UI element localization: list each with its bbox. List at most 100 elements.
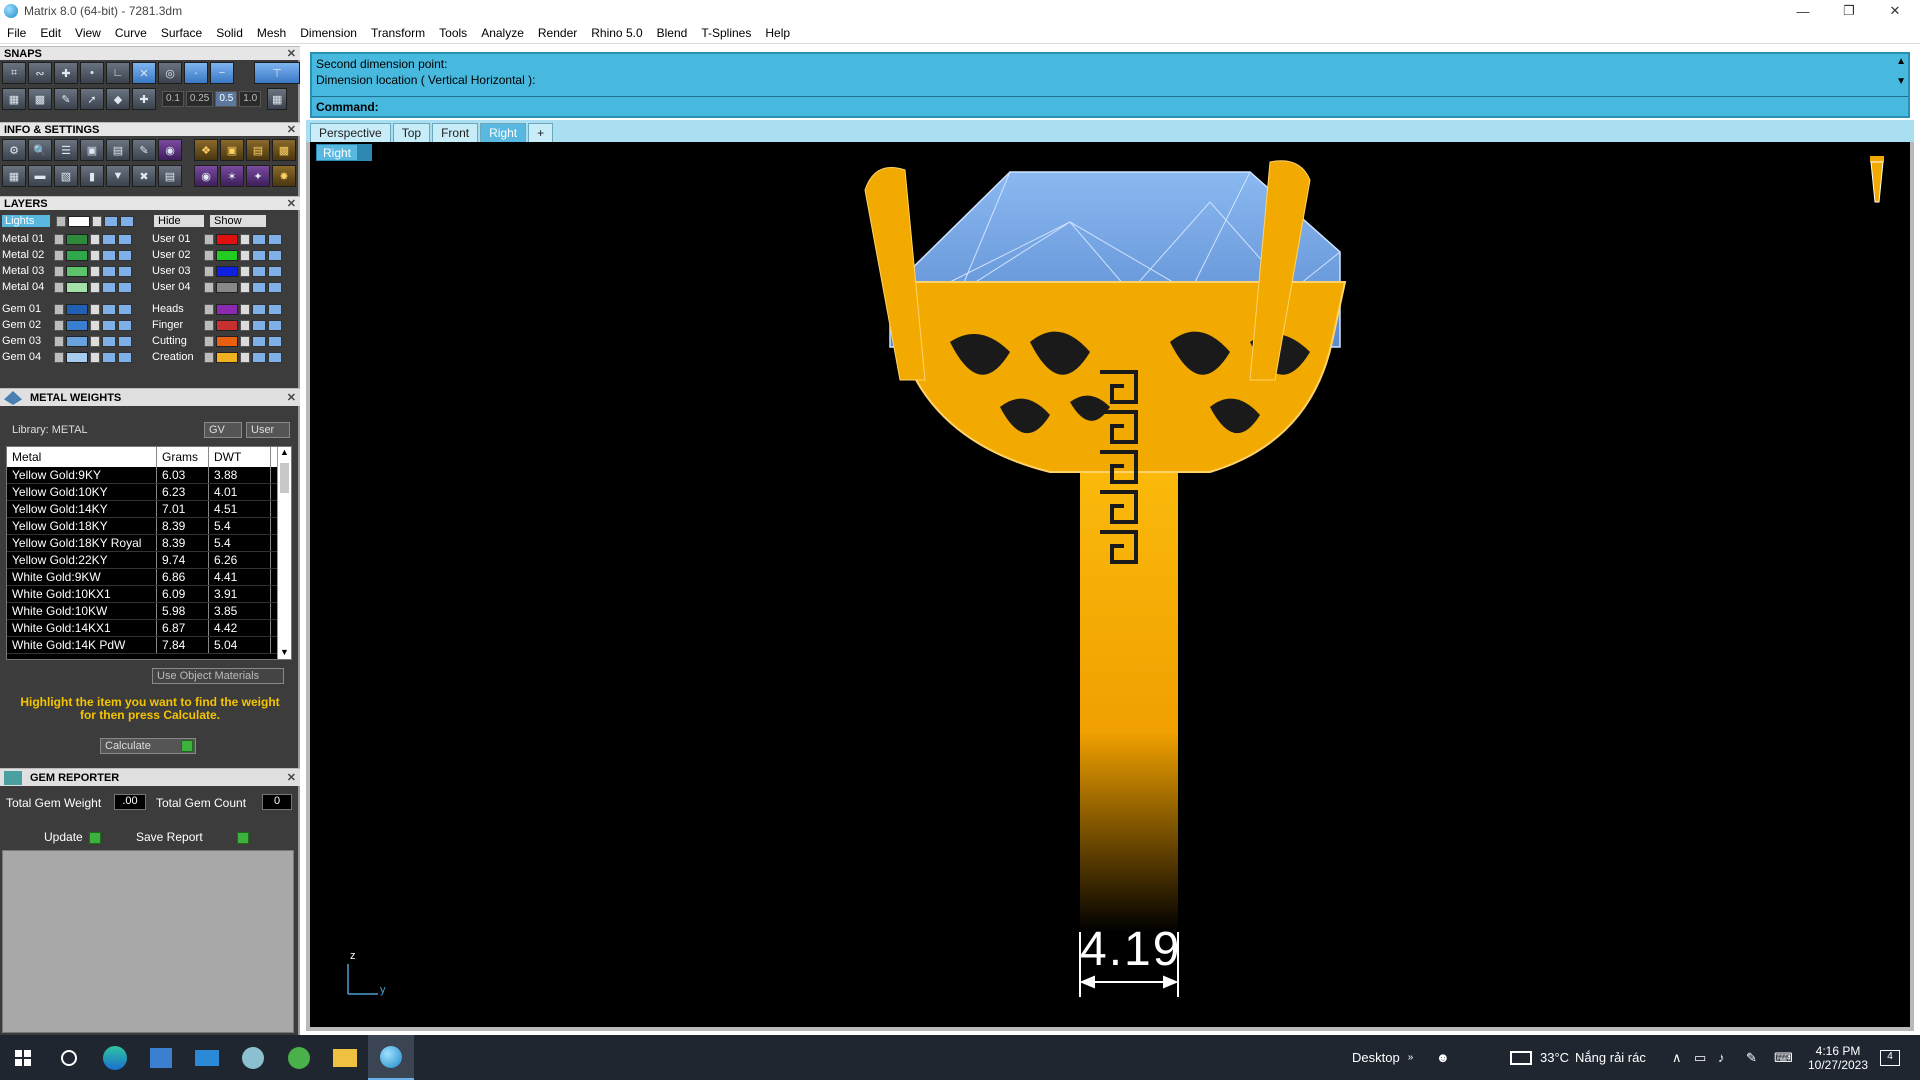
visible-icon[interactable] — [252, 265, 266, 277]
visible-icon[interactable] — [268, 265, 282, 277]
visible-icon[interactable] — [252, 233, 266, 245]
layer-color-swatch[interactable] — [216, 233, 238, 245]
table-row[interactable]: Yellow Gold:18KY Royal 8.39 5.4 — [7, 535, 291, 552]
layer-color-swatch[interactable] — [216, 265, 238, 277]
layer-row[interactable]: Metal 02 — [2, 248, 134, 262]
search-button[interactable] — [46, 1035, 92, 1080]
table-row[interactable]: Yellow Gold:18KY 8.39 5.4 — [7, 518, 291, 535]
gem-tool-icon[interactable]: ✦ — [246, 165, 270, 187]
desktop-toolbar[interactable]: Desktop » — [1352, 1035, 1413, 1080]
edge-button[interactable] — [92, 1035, 138, 1080]
visible-icon[interactable] — [102, 319, 116, 331]
lock-icon[interactable] — [90, 281, 100, 293]
menu-view[interactable]: View — [68, 26, 108, 40]
layer-color-swatch[interactable] — [66, 319, 88, 331]
layer-name[interactable]: User 04 — [152, 281, 204, 293]
layers-stack-icon[interactable]: ☰ — [54, 139, 78, 161]
filter-icon[interactable]: ▼ — [106, 165, 130, 187]
visible-icon[interactable] — [268, 249, 282, 261]
layer-row[interactable]: Finger — [152, 318, 284, 332]
quad-snap-icon[interactable]: − — [210, 62, 234, 84]
keyboard-icon[interactable]: ⌨ — [1774, 1035, 1793, 1080]
pen-icon[interactable]: ✎ — [1746, 1035, 1757, 1080]
menu-curve[interactable]: Curve — [108, 26, 154, 40]
layer-name[interactable]: Finger — [152, 319, 204, 331]
menu-mesh[interactable]: Mesh — [250, 26, 293, 40]
clock[interactable]: 4:16 PM 10/27/2023 — [1806, 1035, 1870, 1080]
grid-icon[interactable]: ▦ — [267, 88, 288, 110]
expand-icon[interactable] — [204, 351, 214, 363]
expand-icon[interactable] — [56, 215, 66, 227]
point-snap-icon[interactable]: ✚ — [54, 62, 78, 84]
menu-surface[interactable]: Surface — [154, 26, 209, 40]
visible-icon[interactable] — [102, 233, 116, 245]
close-icon[interactable]: ✕ — [287, 197, 296, 211]
menu-dimension[interactable]: Dimension — [293, 26, 364, 40]
layer-color-swatch[interactable] — [216, 351, 238, 363]
snap-value-10[interactable]: 1.0 — [239, 91, 262, 107]
render-icon[interactable]: ◉ — [194, 165, 218, 187]
planar-icon[interactable]: ▩ — [28, 88, 52, 110]
add-tab-button[interactable]: + — [528, 123, 554, 142]
layer-color-swatch[interactable] — [216, 319, 238, 331]
grid-snap-icon[interactable]: ▦ — [2, 88, 26, 110]
lock-icon[interactable] — [90, 233, 100, 245]
visible-icon[interactable] — [268, 335, 282, 347]
expand-icon[interactable] — [54, 233, 64, 245]
scroll-down-icon[interactable]: ▼ — [278, 647, 291, 659]
mid-snap-icon[interactable]: • — [80, 62, 104, 84]
app-button-2[interactable] — [276, 1035, 322, 1080]
start-button[interactable] — [0, 1035, 46, 1080]
visible-icon[interactable] — [102, 303, 116, 315]
layer-row[interactable]: Gem 03 — [2, 334, 134, 348]
lock-icon[interactable] — [240, 233, 250, 245]
end-snap-icon[interactable]: ⌗ — [2, 62, 26, 84]
lock-icon[interactable] — [240, 351, 250, 363]
header-metal[interactable]: Metal — [7, 447, 157, 467]
visible-icon[interactable] — [102, 281, 116, 293]
menu-help[interactable]: Help — [758, 26, 797, 40]
menu-blend[interactable]: Blend — [650, 26, 695, 40]
table-row[interactable]: White Gold:14KX1 6.87 4.42 — [7, 620, 291, 637]
lights-label[interactable]: Lights — [2, 215, 50, 227]
calculate-button[interactable]: Calculate — [100, 738, 196, 754]
near-snap-icon[interactable]: ∾ — [28, 62, 52, 84]
layer-row[interactable]: User 04 — [152, 280, 284, 294]
menu-tsplines[interactable]: T-Splines — [694, 26, 758, 40]
lock-icon[interactable] — [240, 303, 250, 315]
close-icon[interactable]: ✕ — [287, 389, 296, 407]
tab-top[interactable]: Top — [392, 123, 431, 142]
visible-icon[interactable] — [268, 233, 282, 245]
close-icon[interactable]: ✕ — [287, 47, 296, 61]
layer-color-swatch[interactable] — [66, 351, 88, 363]
tab-perspective[interactable]: Perspective — [310, 123, 391, 142]
visible-icon[interactable] — [268, 351, 282, 363]
app-button-1[interactable] — [230, 1035, 276, 1080]
layer-row[interactable]: Cutting — [152, 334, 284, 348]
layer-name[interactable]: Gem 04 — [2, 351, 54, 363]
layer-name[interactable]: Metal 02 — [2, 249, 54, 261]
layer-name[interactable]: Metal 04 — [2, 281, 54, 293]
visible-icon[interactable] — [252, 281, 266, 293]
layer-name[interactable]: Metal 03 — [2, 265, 54, 277]
mail-button[interactable] — [184, 1035, 230, 1080]
center-snap-icon[interactable]: ∟ — [106, 62, 130, 84]
expand-icon[interactable] — [54, 319, 64, 331]
grid-view-icon[interactable]: ▦ — [2, 165, 26, 187]
layer-name[interactable]: Cutting — [152, 335, 204, 347]
select-icon[interactable]: ✖ — [132, 165, 156, 187]
layer-row[interactable]: User 01 — [152, 232, 284, 246]
settings-icon[interactable]: ⚙ — [2, 139, 26, 161]
layer-color-swatch[interactable] — [66, 249, 88, 261]
document-icon[interactable]: ▤ — [106, 139, 130, 161]
expand-icon[interactable] — [54, 335, 64, 347]
table-row[interactable]: Yellow Gold:14KY 7.01 4.51 — [7, 501, 291, 518]
network-icon[interactable]: ▭ — [1694, 1035, 1706, 1080]
ortho-toggle-icon[interactable]: ⊤ — [254, 62, 300, 84]
table-row[interactable]: White Gold:10KX1 6.09 3.91 — [7, 586, 291, 603]
layer-name[interactable]: Gem 03 — [2, 335, 54, 347]
visible-icon[interactable] — [268, 319, 282, 331]
close-icon[interactable]: ✕ — [287, 769, 296, 787]
header-dwt[interactable]: DWT — [209, 447, 271, 467]
command-input[interactable] — [384, 99, 1884, 113]
